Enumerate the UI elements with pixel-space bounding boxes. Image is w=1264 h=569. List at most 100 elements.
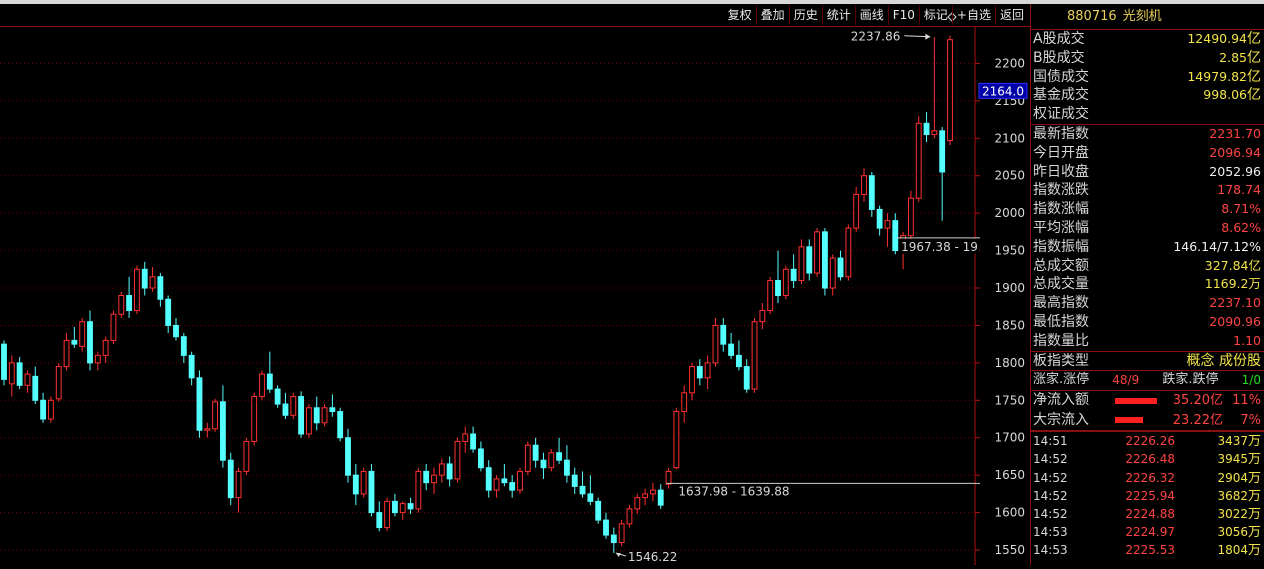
tick-volume-unit: 万	[1247, 506, 1261, 522]
tick-price: 2225.94	[1125, 488, 1175, 503]
high-label: 2237.86	[851, 30, 901, 44]
turnover-label: 权证成交	[1033, 106, 1089, 123]
stat-label: 总成交量	[1033, 276, 1089, 293]
stat-value: 2090.96	[1209, 313, 1261, 329]
candle-body-down	[610, 534, 617, 544]
index-code: 880716	[1067, 9, 1117, 24]
candle-body-down	[446, 463, 453, 480]
candle-body-up	[626, 508, 633, 525]
candle-body-up	[751, 321, 758, 390]
up-limit-label: 涨家.涨停	[1033, 372, 1090, 388]
tick-row[interactable]: 14:53 2225.53 1804万	[1031, 541, 1264, 559]
flow-amount: 23.22亿	[1172, 412, 1223, 428]
candle-body-up	[712, 324, 719, 364]
tick-volume-wrap: 1804万	[1175, 541, 1261, 559]
candle-body-up	[212, 401, 219, 430]
candle-body-down	[1, 343, 7, 380]
stat-row: 平均涨幅 8.62%	[1031, 219, 1264, 238]
candle-body-up	[915, 122, 922, 199]
candle-body-up	[8, 362, 15, 385]
axis-tick-label: 1750	[994, 393, 1025, 407]
turnover-label: B股成交	[1033, 49, 1085, 66]
candle-body-up	[634, 497, 641, 510]
tick-time: 14:52	[1033, 506, 1068, 521]
candle-body-up	[517, 470, 523, 491]
board-type-row[interactable]: 板指类型 概念 成份股	[1031, 350, 1264, 371]
toolbar-back-button[interactable]: 返回	[994, 5, 1028, 25]
candle-body-down	[32, 375, 39, 401]
candle-body-down	[126, 295, 133, 311]
tick-volume-unit: 万	[1247, 525, 1261, 541]
tick-volume-wrap: 3682万	[1175, 487, 1261, 505]
candle-body-down	[657, 489, 664, 506]
stat-label: 指数振幅	[1033, 238, 1089, 255]
tick-row[interactable]: 14:52 2226.32 2904万	[1031, 469, 1264, 487]
candle-body-up	[767, 280, 774, 311]
tick-volume: 2904	[1217, 470, 1248, 485]
toolbar-mark-button[interactable]: 标记	[918, 5, 952, 25]
candle-body-up	[642, 493, 649, 499]
turnover-label: 基金成交	[1033, 87, 1089, 104]
gap-label-upper: 1967.38 - 19	[901, 240, 978, 254]
candle-body-down	[501, 478, 508, 484]
low-arrow-head	[615, 553, 621, 558]
toolbar-restore-button[interactable]: 复权	[724, 5, 756, 25]
stat-row: 指数量比 1.10	[1031, 332, 1264, 351]
turnover-label: A股成交	[1033, 31, 1085, 47]
tick-price: 2226.26	[1125, 434, 1175, 449]
candle-body-down	[87, 321, 93, 364]
candle-body-down	[423, 470, 430, 484]
tick-volume: 3945	[1217, 452, 1248, 467]
gap-label-lower: 1637.98 - 1639.88	[678, 484, 789, 498]
tick-volume-wrap: 2904万	[1175, 469, 1261, 487]
axis-tick-label: 1950	[994, 244, 1025, 258]
candle-body-up	[649, 489, 656, 495]
turnover-unit: 亿	[1247, 87, 1261, 104]
turnover-value: 12490.94	[1187, 31, 1247, 46]
stat-label: 最低指数	[1033, 313, 1089, 330]
tick-row[interactable]: 14:53 2224.97 3056万	[1031, 523, 1264, 541]
toolbar-history-button[interactable]: 历史	[788, 5, 822, 25]
candle-body-down	[876, 208, 883, 229]
up-limit-value: 48/9	[1112, 373, 1140, 388]
kline-svg[interactable]: 2200215021002050200019501900185018001750…	[0, 4, 1030, 565]
tick-volume: 3056	[1217, 525, 1248, 540]
candle-body-down	[563, 459, 570, 476]
toolbar-stats-button[interactable]: 统计	[821, 5, 855, 25]
axis-tick-label: 2100	[994, 131, 1025, 145]
stat-value: 2096.94	[1209, 144, 1261, 160]
toolbar-overlay-button[interactable]: 叠加	[755, 5, 789, 25]
axis-tick-label: 1650	[994, 468, 1025, 482]
stat-value: 2237.10	[1209, 295, 1261, 311]
low-label: 1546.22	[628, 550, 678, 564]
candle-body-down	[806, 246, 813, 274]
candle-body-down	[329, 407, 336, 413]
limit-row: 涨家.涨停 48/9 跌家.跌停 1/0	[1031, 370, 1264, 390]
candle-body-down	[728, 343, 735, 356]
candle-body-down	[165, 298, 172, 326]
candle-body-down	[603, 519, 609, 536]
board-type-value[interactable]: 概念 成份股	[1187, 352, 1261, 371]
candle-body-down	[313, 407, 320, 424]
turnover-row: 基金成交 998.06亿	[1031, 86, 1264, 105]
candle-body-up	[431, 474, 437, 484]
toolbar-watchlist-button[interactable]: +自选	[951, 5, 995, 25]
candle-body-down	[821, 231, 828, 289]
candle-body-up	[673, 411, 680, 469]
stat-row: 总成交额 327.84亿	[1031, 257, 1264, 276]
toolbar-draw-button[interactable]: 画线	[854, 5, 888, 25]
tick-row[interactable]: 14:51 2226.26 3437万	[1031, 432, 1264, 450]
tick-price: 2224.97	[1125, 525, 1175, 540]
toolbar-f10-button[interactable]: F10	[887, 5, 919, 25]
turnover-value: 2.85	[1219, 49, 1247, 65]
stat-row: 指数振幅 146.14/7.12%	[1031, 238, 1264, 257]
tick-row[interactable]: 14:52 2225.94 3682万	[1031, 487, 1264, 505]
kline-chart[interactable]: 2200 2150 2100 2050 2000 1950 1900 1850 1800 1750…	[0, 4, 1030, 565]
candle-body-up	[321, 407, 328, 424]
candle-body-up	[759, 309, 766, 323]
candle-body-down	[485, 467, 492, 491]
tick-row[interactable]: 14:52 2224.88 3022万	[1031, 505, 1264, 523]
candle-body-down	[141, 268, 148, 289]
tick-row[interactable]: 14:52 2226.48 3945万	[1031, 450, 1264, 468]
stat-value: 1169.2万	[1204, 276, 1261, 292]
